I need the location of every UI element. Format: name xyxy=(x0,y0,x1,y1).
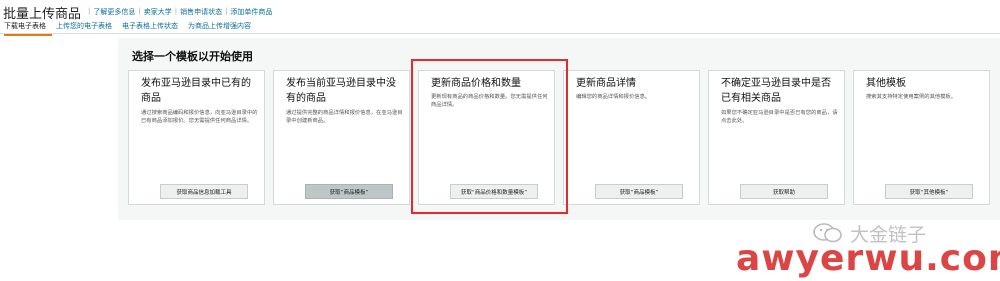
card-title: 其他模板 xyxy=(866,78,906,89)
sales-application-status-link[interactable]: 销售申请状态 xyxy=(177,7,225,17)
card-description: 通过搜索商品编码和报价信息，向亚马逊目录中的已有商品添加报价。您无需提供任何商品… xyxy=(141,110,258,124)
template-card-existing-products: 发布亚马逊目录中已有的商品 通过搜索商品编码和报价信息，向亚马逊目录中的已有商品… xyxy=(128,70,265,205)
watermark-url: awyerwu.com xyxy=(736,238,1000,279)
card-description: 如果您不确定亚马逊目录中是否已有您的商品，请点击此处。 xyxy=(721,110,838,124)
add-single-product-link[interactable]: 添加单件商品 xyxy=(227,7,275,17)
section-heading: 选择一个模板以开始使用 xyxy=(132,50,253,63)
card-title: 发布当前亚马逊目录中没有的商品 xyxy=(286,78,396,104)
get-product-template-button[interactable]: 获取“商品模板” xyxy=(595,184,683,199)
card-title: 更新商品详情 xyxy=(576,78,636,89)
page-header: 批量上传商品 | 了解更多信息 | 卖家大学 | 销售申请状态 | 添加单件商品… xyxy=(0,0,1000,38)
card-title: 发布亚马逊目录中已有的商品 xyxy=(141,78,251,104)
get-listing-loader-button[interactable]: 获取商品信息加载工具 xyxy=(160,184,248,199)
highlight-annotation-box xyxy=(411,59,568,214)
get-other-templates-button[interactable]: 获取“其他模板” xyxy=(885,184,973,199)
page-title: 批量上传商品 xyxy=(3,7,82,22)
card-description: 编辑您的商品详情和报价信息。 xyxy=(576,94,651,100)
card-description: 搜索其支持特定使用案例的其他模板。 xyxy=(866,94,957,100)
template-card-new-products: 发布当前亚马逊目录中没有的商品 通过提供完整的商品详情和报价信息，在亚马逊目录中… xyxy=(273,70,410,205)
get-product-template-button[interactable]: 获取“商品模板” xyxy=(305,184,393,199)
template-card-other: 其他模板 搜索其支持特定使用案例的其他模板。 获取“其他模板” xyxy=(853,70,990,205)
get-help-button[interactable]: 获取帮助 xyxy=(740,184,828,199)
learn-more-link[interactable]: 了解更多信息 xyxy=(90,7,138,17)
template-card-update-details: 更新商品详情 编辑您的商品详情和报价信息。 获取“商品模板” xyxy=(563,70,700,205)
card-title: 不确定亚马逊目录中是否已有相关商品 xyxy=(721,78,831,104)
header-links: | 了解更多信息 | 卖家大学 | 销售申请状态 | 添加单件商品 xyxy=(88,7,275,17)
seller-university-link[interactable]: 卖家大学 xyxy=(141,7,175,17)
header-divider xyxy=(0,33,1000,34)
template-card-not-sure: 不确定亚马逊目录中是否已有相关商品 如果您不确定亚马逊目录中是否已有您的商品，请… xyxy=(708,70,845,205)
card-description: 通过提供完整的商品详情和报价信息，在亚马逊目录中创建新商品。 xyxy=(286,110,403,124)
